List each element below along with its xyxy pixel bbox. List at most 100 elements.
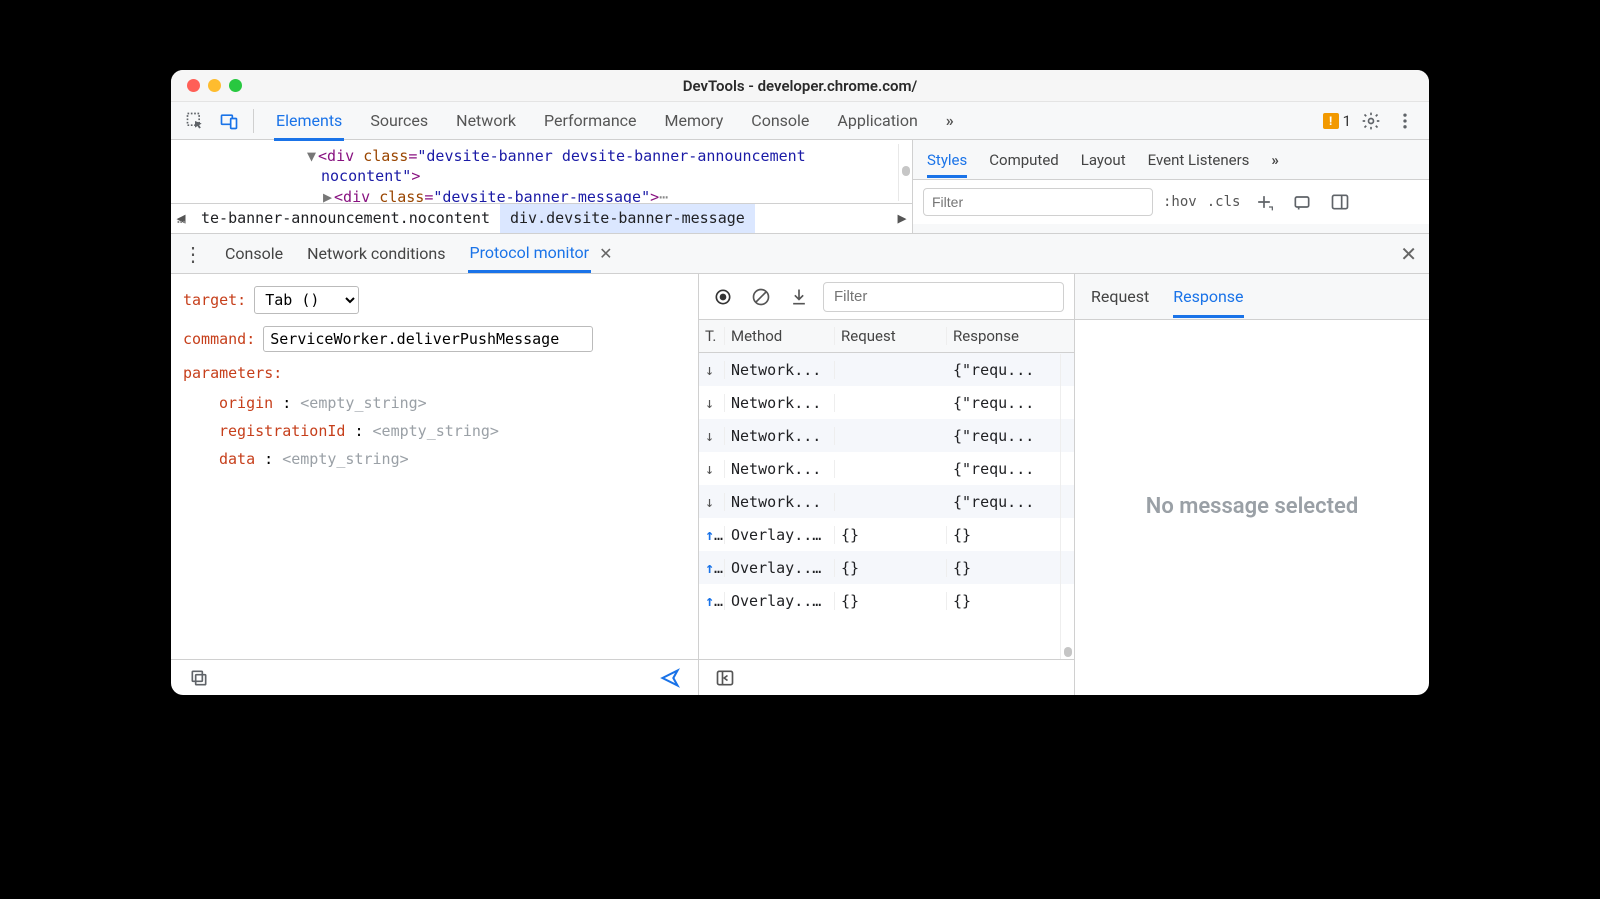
issues-count: 1 [1343,112,1351,130]
param-key: registrationId [219,422,345,440]
more-tabs-icon[interactable]: » [1271,151,1279,169]
new-style-rule-icon[interactable] [1250,188,1278,216]
tab-layout[interactable]: Layout [1081,151,1126,169]
zoom-window-button[interactable] [229,79,242,92]
clear-icon[interactable] [747,283,775,311]
cell-response: {} [947,592,1059,610]
overflow-ellipsis: … [177,210,185,229]
cell-request: {} [835,592,947,610]
table-row[interactable]: ↓Network...{"requ... [699,452,1074,485]
parameters-label: parameters: [183,364,282,382]
settings-gear-icon[interactable] [1357,107,1385,135]
devtools-window: DevTools - developer.chrome.com/ Element… [171,70,1429,695]
drawer-tabbar: ⋮ Console Network conditions Protocol mo… [171,234,1429,274]
target-select[interactable]: Tab () [254,286,359,314]
tab-event-listeners[interactable]: Event Listeners [1148,151,1250,169]
param-value: <empty_string> [282,450,408,468]
protocol-command-editor: target: Tab () command: parameters: orig… [171,274,699,695]
param-value: <empty_string> [373,422,499,440]
drawer-tab-console[interactable]: Console [223,236,285,271]
col-response[interactable]: Response [947,327,1059,345]
close-window-button[interactable] [187,79,200,92]
tab-styles[interactable]: Styles [927,151,967,178]
tab-network[interactable]: Network [454,103,518,138]
cell-response: {"requ... [947,460,1059,478]
col-method[interactable]: Method [725,327,835,345]
inspect-element-icon[interactable] [181,107,209,135]
cell-method: Network... [725,460,835,478]
breadcrumb: ◀ te-banner-announcement.nocontent div.d… [171,203,912,233]
direction-icon: ↓ [699,493,725,511]
tab-sources[interactable]: Sources [368,103,430,138]
cell-method: Network... [725,394,835,412]
elements-scrollbar[interactable] [898,144,912,201]
styles-sidebar: Styles Computed Layout Event Listeners »… [912,140,1429,233]
table-row[interactable]: ↓Network...{"requ... [699,485,1074,518]
breadcrumb-item-selected[interactable]: div.devsite-banner-message [500,204,755,232]
cls-toggle[interactable]: .cls [1207,194,1241,210]
tab-application[interactable]: Application [835,103,919,138]
table-row[interactable]: ↓Network...{"requ... [699,386,1074,419]
cell-response: {"requ... [947,493,1059,511]
log-table-header: T. Method Request Response [699,320,1074,353]
more-tabs-icon[interactable]: » [944,103,956,138]
window-title: DevTools - developer.chrome.com/ [171,77,1429,95]
tab-memory[interactable]: Memory [663,103,726,138]
breadcrumb-next-icon[interactable]: ▶ [892,208,912,228]
tab-console[interactable]: Console [749,103,811,138]
table-row[interactable]: ↑↓Overlay....{}{} [699,584,1074,617]
cell-method: Network... [725,361,835,379]
command-input[interactable] [263,326,593,352]
cell-method: Overlay.... [725,526,835,544]
main-panel-tabs: Elements Sources Network Performance Mem… [274,103,956,139]
styles-filter-input[interactable] [923,188,1153,216]
cell-response: {"requ... [947,394,1059,412]
direction-icon: ↓ [699,427,725,445]
send-command-icon[interactable] [656,664,684,692]
direction-icon: ↓ [699,361,725,379]
tab-performance[interactable]: Performance [542,103,639,138]
table-row[interactable]: ↑↓Overlay....{}{} [699,551,1074,584]
copy-icon[interactable] [185,664,213,692]
hov-toggle[interactable]: :hov [1163,194,1197,210]
close-tab-icon[interactable]: ✕ [599,244,612,263]
table-row[interactable]: ↑↓Overlay....{}{} [699,518,1074,551]
parameter-row[interactable]: registrationId : <empty_string> [219,422,686,440]
direction-icon: ↑↓ [699,526,725,544]
param-value: <empty_string> [300,394,426,412]
cell-response: {} [947,559,1059,577]
dom-tag: <div [318,147,363,165]
cell-method: Network... [725,427,835,445]
table-row[interactable]: ↓Network...{"requ... [699,353,1074,386]
col-type[interactable]: T. [699,327,725,345]
empty-state-message: No message selected [1075,320,1429,695]
computed-styles-icon[interactable] [1288,188,1316,216]
window-titlebar: DevTools - developer.chrome.com/ [171,70,1429,102]
detail-tab-request[interactable]: Request [1091,287,1149,306]
drawer-tab-network-conditions[interactable]: Network conditions [305,236,447,271]
detail-tab-response[interactable]: Response [1173,287,1243,318]
col-request[interactable]: Request [835,327,947,345]
kebab-menu-icon[interactable] [1391,107,1419,135]
elements-tree[interactable]: ▼<div class="devsite-banner devsite-bann… [171,140,912,233]
download-icon[interactable] [785,283,813,311]
tab-elements[interactable]: Elements [274,103,344,141]
table-row[interactable]: ↓Network... {"requ... [699,419,1074,452]
breadcrumb-item[interactable]: te-banner-announcement.nocontent [191,204,500,232]
drawer-tab-protocol-monitor[interactable]: Protocol monitor [468,235,592,273]
device-toolbar-icon[interactable] [215,107,243,135]
cell-method: Overlay.... [725,559,835,577]
issues-badge[interactable]: ! 1 [1323,112,1351,130]
parameter-row[interactable]: origin : <empty_string> [219,394,686,412]
log-scrollbar[interactable] [1060,354,1074,659]
toggle-left-panel-icon[interactable] [711,664,739,692]
close-drawer-icon[interactable]: ✕ [1400,242,1417,266]
drawer-menu-icon[interactable]: ⋮ [183,242,203,266]
parameter-row[interactable]: data : <empty_string> [219,450,686,468]
toggle-sidebar-icon[interactable] [1326,188,1354,216]
log-filter-input[interactable] [823,282,1064,312]
tab-computed[interactable]: Computed [989,151,1059,169]
record-icon[interactable] [709,283,737,311]
cell-response: {"requ... [947,427,1059,445]
minimize-window-button[interactable] [208,79,221,92]
